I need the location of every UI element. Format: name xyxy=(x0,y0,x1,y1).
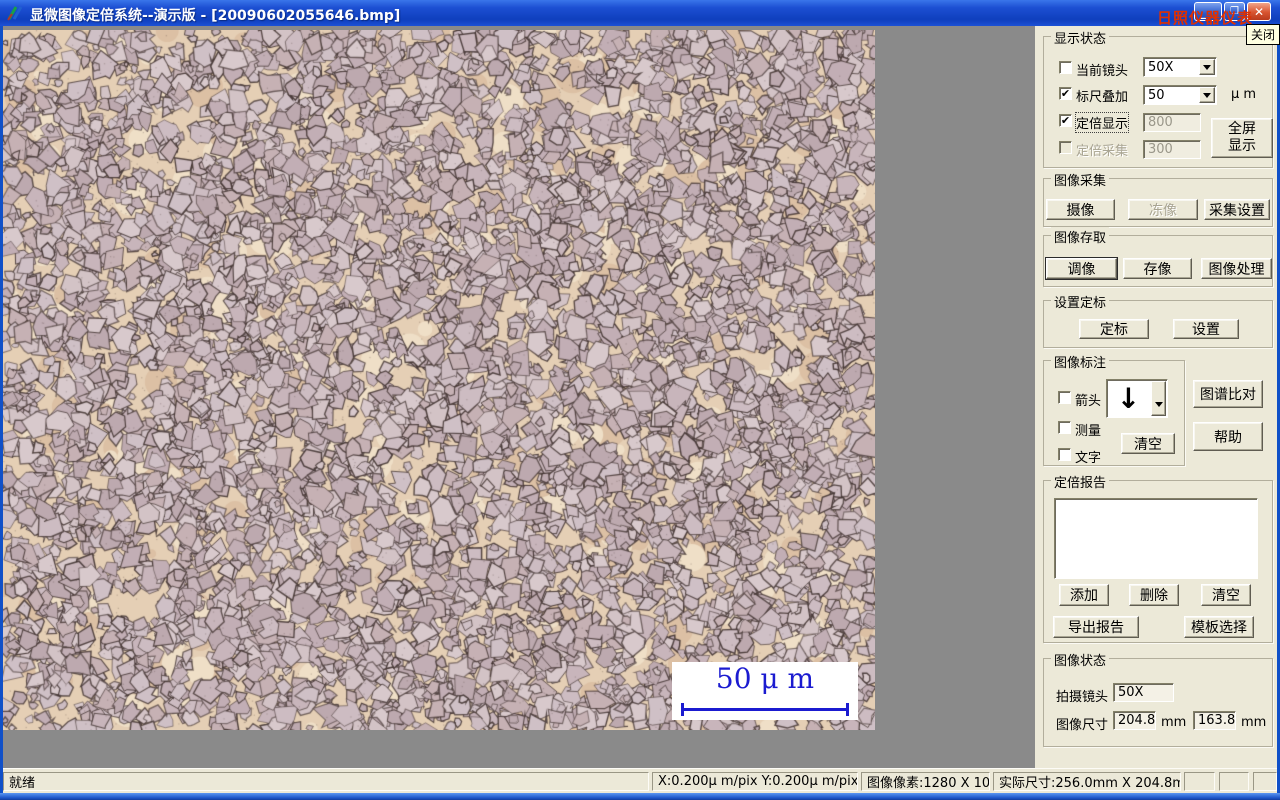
group-title: 显示状态 xyxy=(1051,28,1110,47)
shoot-button[interactable]: 摄像 xyxy=(1046,199,1115,220)
group-annotation: 图像标注 箭头 测量 文字 ↓ 清空 xyxy=(1043,352,1185,466)
arrow-style-select[interactable]: ↓ xyxy=(1106,379,1168,418)
app-logo-icon xyxy=(7,6,23,21)
group-storage: 图像存取 调像 存像 图像处理 xyxy=(1043,227,1273,287)
scale-unit-label: μ m xyxy=(1231,87,1257,102)
scale-overlay-checkbox[interactable]: ✔ xyxy=(1059,87,1072,100)
help-button[interactable]: 帮助 xyxy=(1193,422,1263,451)
atlas-compare-button[interactable]: 图谱比对 xyxy=(1193,380,1263,408)
measure-checkbox[interactable] xyxy=(1058,421,1071,434)
status-empty-panel xyxy=(1219,772,1249,791)
status-bar: 就绪 X:0.200μ m/pix Y:0.200μ m/pix 图像像素:12… xyxy=(3,768,1277,793)
app-window: 显微图像定倍系统--演示版 - [20090602055646.bmp] _ ❐… xyxy=(0,0,1280,800)
chevron-down-icon[interactable] xyxy=(1199,59,1215,75)
image-width-field: 204.8 xyxy=(1113,711,1156,730)
height-unit-label: mm xyxy=(1241,715,1267,730)
report-listbox[interactable] xyxy=(1054,498,1258,579)
group-title: 定倍报告 xyxy=(1051,472,1110,491)
current-lens-label: 当前镜头 xyxy=(1076,64,1129,79)
status-resolution: X:0.200μ m/pix Y:0.200μ m/pix xyxy=(652,772,858,791)
fixed-capture-field: 300 xyxy=(1143,140,1201,159)
report-clear-button[interactable]: 清空 xyxy=(1201,584,1251,606)
export-report-button[interactable]: 导出报告 xyxy=(1053,616,1139,638)
close-tooltip: 关闭 xyxy=(1246,24,1280,45)
control-panel: 显示状态 当前镜头 50X ✔ 标尺叠加 50 μ m ✔ 定倍显示 800 定… xyxy=(1035,26,1277,768)
fixed-display-checkbox[interactable]: ✔ xyxy=(1059,114,1072,127)
calibrate-button[interactable]: 定标 xyxy=(1079,319,1149,339)
status-empty-panel xyxy=(1253,772,1277,791)
fixed-capture-checkbox xyxy=(1059,141,1072,154)
current-lens-select[interactable]: 50X xyxy=(1143,57,1217,77)
group-title: 设置定标 xyxy=(1051,292,1110,311)
annotation-clear-button[interactable]: 清空 xyxy=(1121,433,1175,454)
group-title: 图像存取 xyxy=(1051,227,1110,246)
fullscreen-button[interactable]: 全屏 显示 xyxy=(1211,118,1273,158)
group-image-status: 图像状态 拍摄镜头 50X 图像尺寸 204.8 mm 163.8 mm xyxy=(1043,650,1273,747)
fixed-display-label: 定倍显示 xyxy=(1074,112,1130,133)
load-image-button[interactable]: 调像 xyxy=(1046,258,1117,279)
group-capture: 图像采集 摄像 冻像 采集设置 xyxy=(1043,170,1273,227)
measure-label: 测量 xyxy=(1075,424,1102,439)
group-title: 图像采集 xyxy=(1051,170,1110,189)
window-border-bottom xyxy=(0,793,1280,800)
save-image-button[interactable]: 存像 xyxy=(1123,258,1192,279)
image-size-label: 图像尺寸 xyxy=(1056,718,1109,733)
status-empty-panel xyxy=(1184,772,1215,791)
scale-bar-line xyxy=(681,703,849,716)
close-icon: ✕ xyxy=(1253,4,1265,19)
arrow-checkbox[interactable] xyxy=(1058,391,1071,404)
down-arrow-icon: ↓ xyxy=(1116,381,1141,415)
group-calibration: 设置定标 定标 设置 xyxy=(1043,292,1273,348)
micrograph-image xyxy=(3,30,875,730)
shoot-lens-field: 50X xyxy=(1113,683,1174,702)
scale-bar-overlay: 50 μ m xyxy=(672,662,858,720)
template-select-button[interactable]: 模板选择 xyxy=(1184,616,1254,638)
scale-bar-label: 50 μ m xyxy=(715,662,815,695)
group-title: 图像标注 xyxy=(1051,352,1110,371)
capture-settings-button[interactable]: 采集设置 xyxy=(1204,199,1270,220)
group-report: 定倍报告 添加 删除 清空 导出报告 模板选择 xyxy=(1043,472,1273,643)
freeze-button: 冻像 xyxy=(1128,199,1198,220)
status-ready: 就绪 xyxy=(3,772,649,791)
fixed-capture-label: 定倍采集 xyxy=(1076,144,1129,159)
process-image-button[interactable]: 图像处理 xyxy=(1201,258,1272,279)
current-lens-checkbox[interactable] xyxy=(1059,61,1072,74)
report-delete-button[interactable]: 删除 xyxy=(1129,584,1179,606)
calibration-setup-button[interactable]: 设置 xyxy=(1173,319,1239,339)
group-display-status: 显示状态 当前镜头 50X ✔ 标尺叠加 50 μ m ✔ 定倍显示 800 定… xyxy=(1043,28,1273,168)
status-actual-size: 实际尺寸:256.0mm X 204.8mm xyxy=(993,772,1181,791)
chevron-down-icon[interactable] xyxy=(1199,87,1215,103)
image-workspace: 50 μ m xyxy=(3,26,1035,768)
chevron-down-icon[interactable] xyxy=(1151,381,1166,416)
shoot-lens-label: 拍摄镜头 xyxy=(1056,690,1109,705)
width-unit-label: mm xyxy=(1161,715,1187,730)
fixed-display-field: 800 xyxy=(1143,113,1201,132)
window-title: 显微图像定倍系统--演示版 - [20090602055646.bmp] xyxy=(30,8,401,24)
brand-overlay-text: 日照仪器仪表 xyxy=(1157,9,1254,27)
text-label: 文字 xyxy=(1075,451,1102,466)
title-bar: 显微图像定倍系统--演示版 - [20090602055646.bmp] _ ❐… xyxy=(0,0,1280,27)
status-pixels: 图像像素:1280 X 1024 xyxy=(861,772,990,791)
group-title: 图像状态 xyxy=(1051,650,1110,669)
scale-overlay-select[interactable]: 50 xyxy=(1143,85,1217,105)
arrow-label: 箭头 xyxy=(1075,394,1102,409)
scale-overlay-label: 标尺叠加 xyxy=(1076,90,1129,105)
image-height-field: 163.8 xyxy=(1193,711,1236,730)
text-checkbox[interactable] xyxy=(1058,448,1071,461)
report-add-button[interactable]: 添加 xyxy=(1059,584,1109,606)
